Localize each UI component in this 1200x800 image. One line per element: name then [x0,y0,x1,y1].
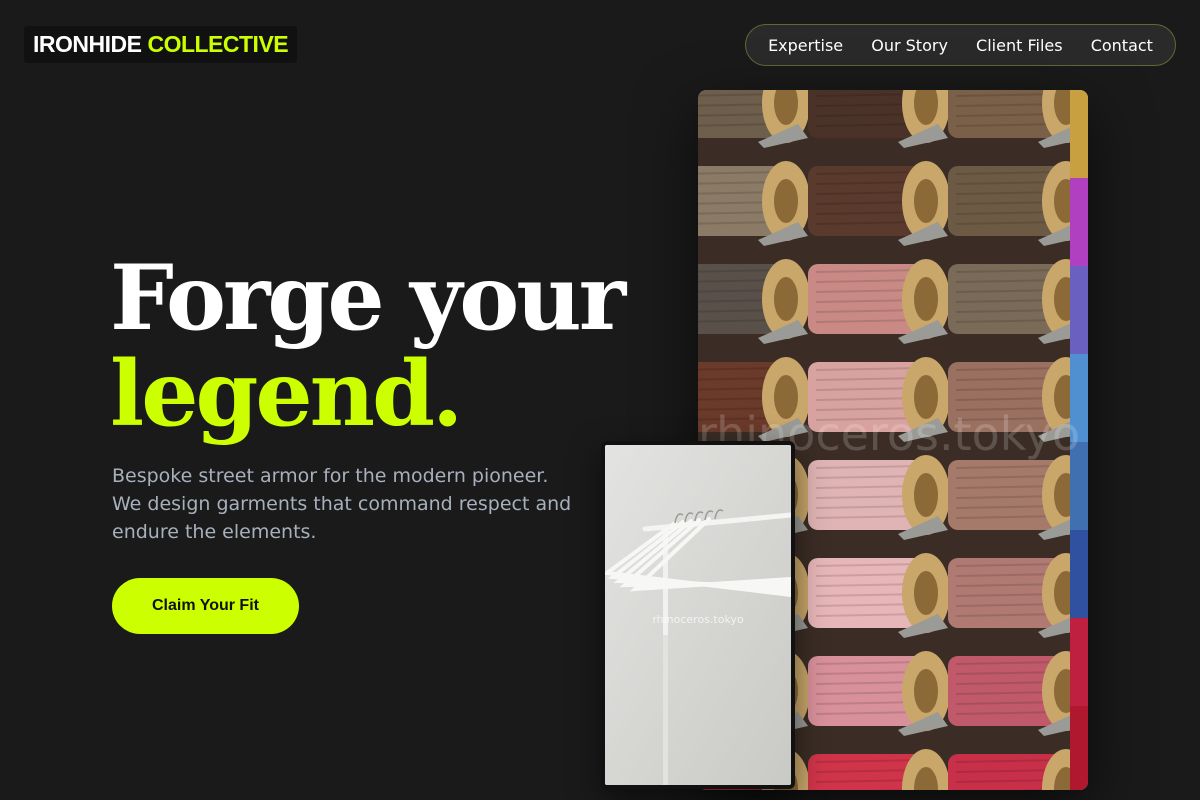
spool-hole [774,277,798,321]
spool-hole [914,277,938,321]
spool-hole [774,179,798,223]
spool-hole [914,473,938,517]
thread-strip [1070,530,1088,618]
thread-strip [1070,706,1088,790]
main-nav: Expertise Our Story Client Files Contact [745,24,1176,66]
secondary-watermark: rhinoceros.tokyo [652,613,744,626]
brand-name-part1: IRONHIDE [33,31,142,57]
thread-strip [1070,618,1088,706]
headline-line1: Forge your [110,245,626,351]
spool-hole [914,571,938,615]
thread-strip [1070,90,1088,178]
hero-headline: Forge your legend. [110,245,626,447]
headline-line2: legend. [110,341,463,447]
claim-fit-button[interactable]: Claim Your Fit [112,578,299,634]
thread-strip [1070,266,1088,354]
spool-hole [914,179,938,223]
hero-tagline: Bespoke street armor for the modern pion… [112,465,572,543]
thread-strip [1070,178,1088,266]
nav-item-client-files[interactable]: Client Files [976,36,1063,55]
nav-item-contact[interactable]: Contact [1091,36,1153,55]
page: IRONHIDE COLLECTIVE Expertise Our Story … [0,0,1200,800]
nav-item-expertise[interactable]: Expertise [768,36,843,55]
hangers-image: rhinoceros.tokyo [601,441,795,789]
brand-name-part2: COLLECTIVE [147,31,289,57]
spool-hole [914,669,938,713]
nav-item-our-story[interactable]: Our Story [871,36,948,55]
brand-logo[interactable]: IRONHIDE COLLECTIVE [24,26,298,63]
